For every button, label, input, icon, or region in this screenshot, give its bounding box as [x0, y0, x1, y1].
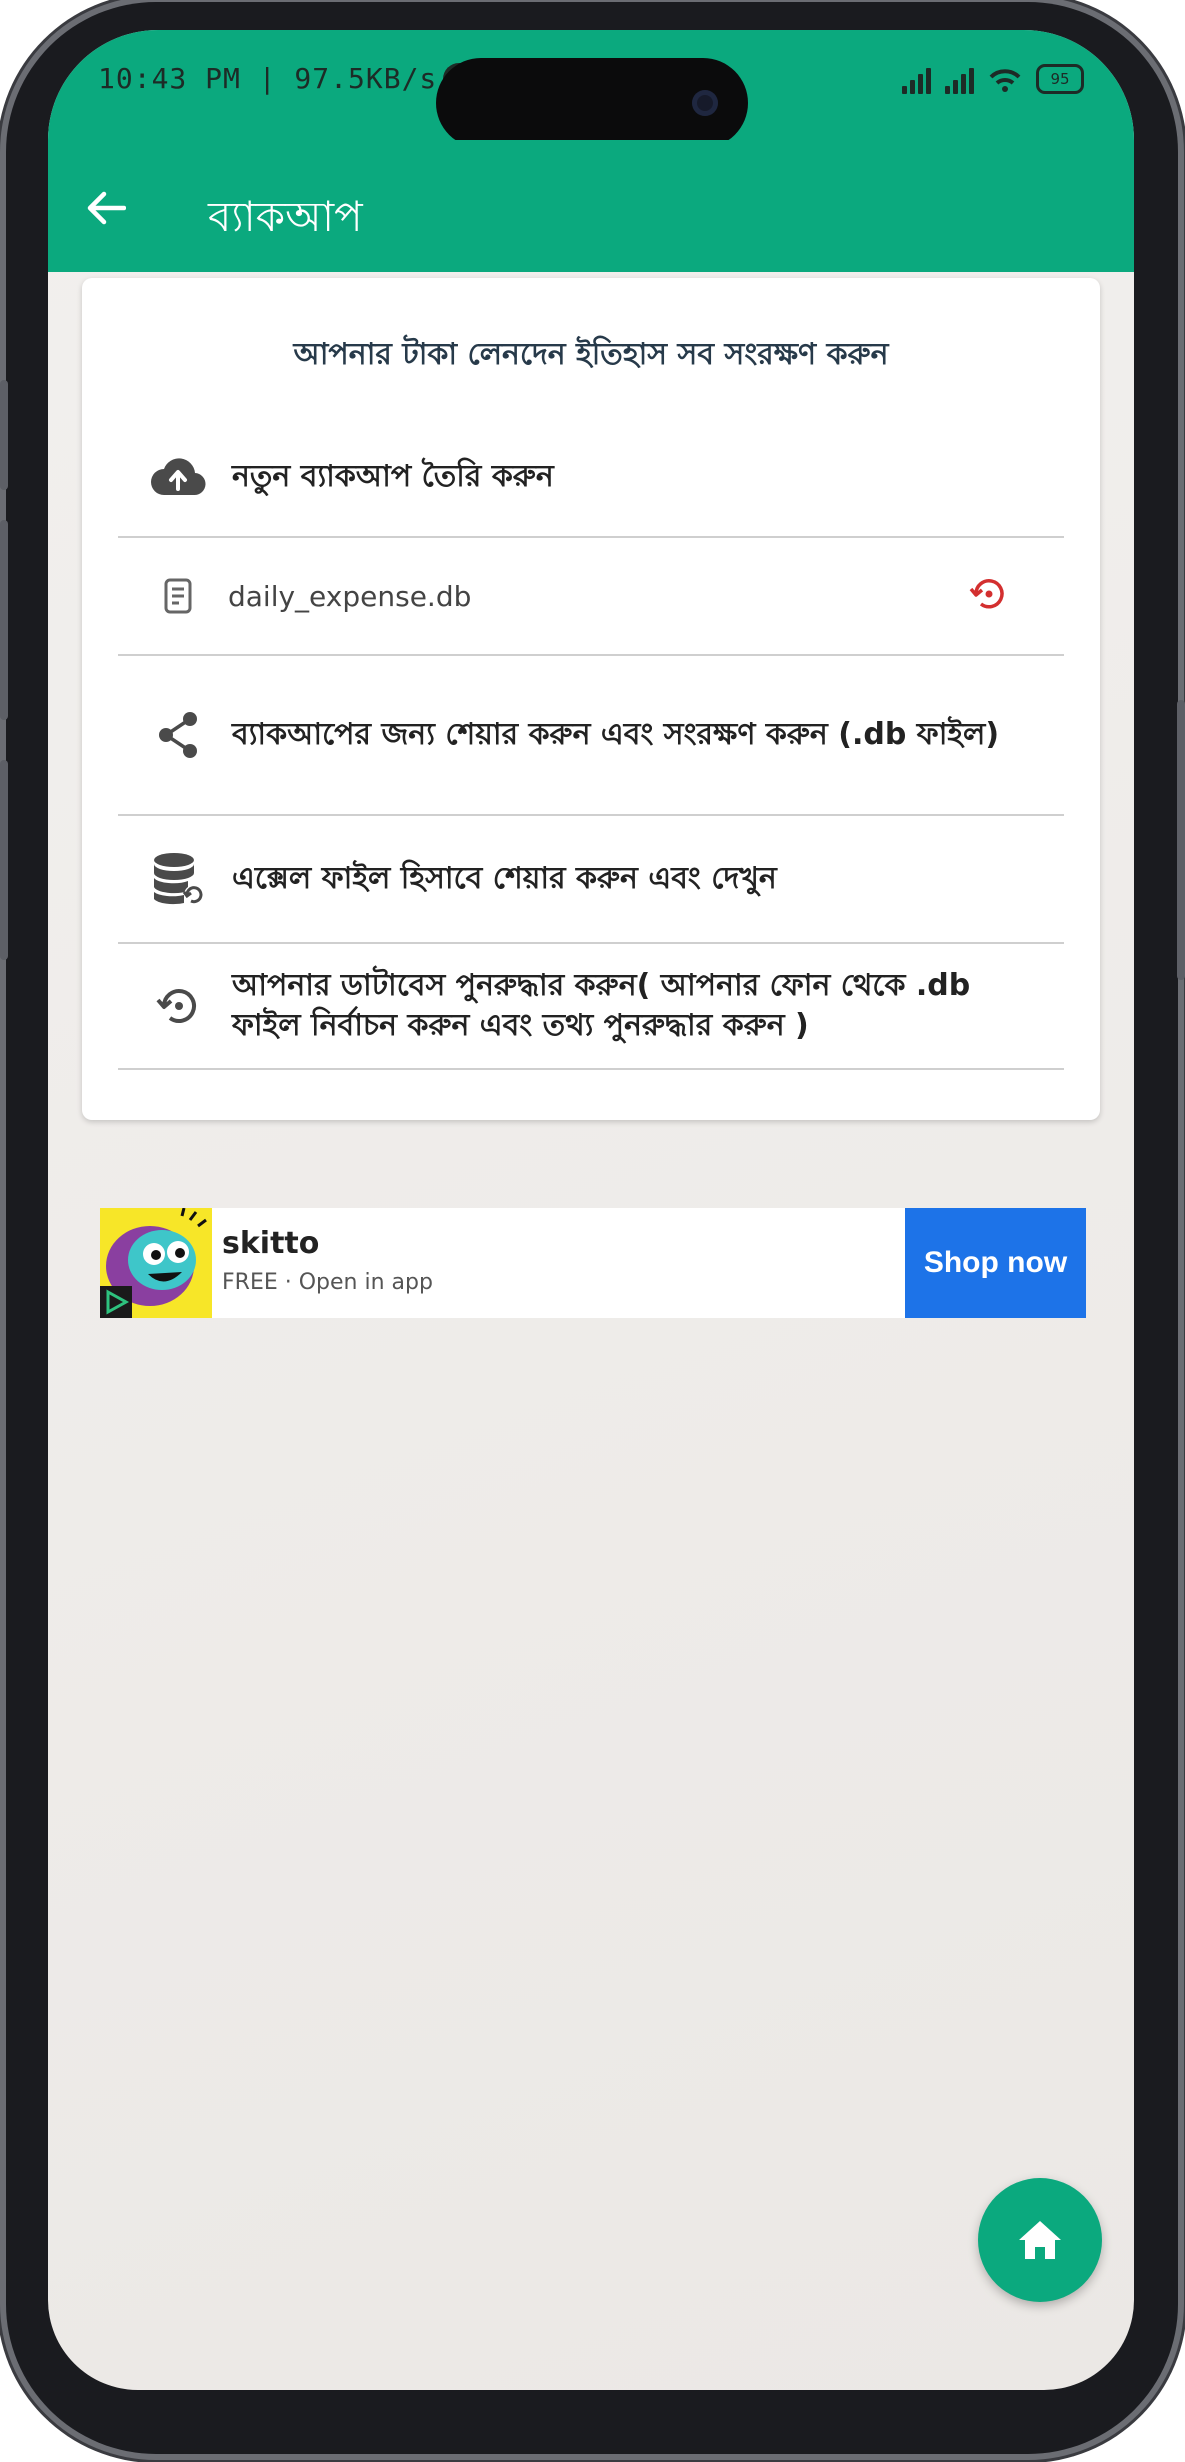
app-bar: ব্যাকআপ [48, 140, 1134, 272]
back-button[interactable] [78, 180, 134, 236]
volume-button [0, 380, 8, 490]
arrow-left-icon [87, 191, 126, 225]
share-excel-item[interactable]: এক্সেল ফাইল হিসাবে শেয়ার করুন এবং দেখুন [118, 816, 1064, 944]
ad-subtitle: FREE · Open in app [222, 1270, 433, 1295]
power-button [1177, 700, 1185, 980]
time-network-text: 10:43 PM | 97.5KB/s [98, 62, 438, 95]
share-icon [148, 705, 208, 765]
home-icon [1019, 2221, 1061, 2259]
restore-database-item[interactable]: আপনার ডাটাবেস পুনরুদ্ধার করুন( আপনার ফোন… [118, 944, 1064, 1070]
restore-icon [148, 976, 208, 1036]
ad-logo [100, 1208, 212, 1318]
battery-icon: 95 [1036, 64, 1084, 94]
page-title: ব্যাকআপ [208, 192, 363, 241]
dynamic-island [436, 58, 748, 148]
shop-now-button[interactable]: Shop now [905, 1208, 1086, 1318]
signal-icon [902, 68, 931, 94]
cloud-upload-icon [148, 447, 208, 507]
database-icon [148, 849, 208, 909]
status-time: 10:43 PM | 97.5KB/s [98, 62, 476, 95]
backup-file-item[interactable]: daily_expense.db [118, 538, 1064, 656]
camera-icon [692, 90, 718, 116]
wifi-icon [989, 69, 1021, 92]
backup-card: আপনার টাকা লেনদেন ইতিহাস সব সংরক্ষণ করুন… [82, 278, 1100, 1120]
screen: 10:43 PM | 97.5KB/s 95 ব্যাকআপ আপনার টাক… [48, 30, 1134, 2390]
backup-file-name: daily_expense.db [228, 579, 472, 613]
create-backup-label: নতুন ব্যাকআপ তৈরি করুন [232, 458, 554, 494]
restore-file-button[interactable] [968, 574, 1008, 618]
create-backup-item[interactable]: নতুন ব্যাকআপ তৈরি করুন [118, 418, 1064, 538]
share-db-item[interactable]: ব্যাকআপের জন্য শেয়ার করুন এবং সংরক্ষণ ক… [118, 656, 1064, 816]
ad-title: skitto [222, 1226, 320, 1261]
restore-icon [969, 579, 1004, 609]
signal-icon [945, 68, 974, 94]
card-header: আপনার টাকা লেনদেন ইতিহাস সব সংরক্ষণ করুন [293, 337, 889, 372]
share-excel-label: এক্সেল ফাইল হিসাবে শেয়ার করুন এবং দেখুন [232, 860, 777, 896]
home-button[interactable] [978, 2178, 1102, 2302]
share-db-label: ব্যাকআপের জন্য শেয়ার করুন এবং সংরক্ষণ ক… [232, 716, 1000, 752]
file-icon [148, 566, 208, 626]
status-icons: 95 [902, 64, 1084, 94]
volume-button [0, 520, 8, 720]
volume-button [0, 760, 8, 960]
restore-database-label: আপনার ডাটাবেস পুনরুদ্ধার করুন( আপনার ফোন… [232, 967, 971, 1044]
ad-banner[interactable]: skitto FREE · Open in app Shop now [100, 1208, 1086, 1318]
